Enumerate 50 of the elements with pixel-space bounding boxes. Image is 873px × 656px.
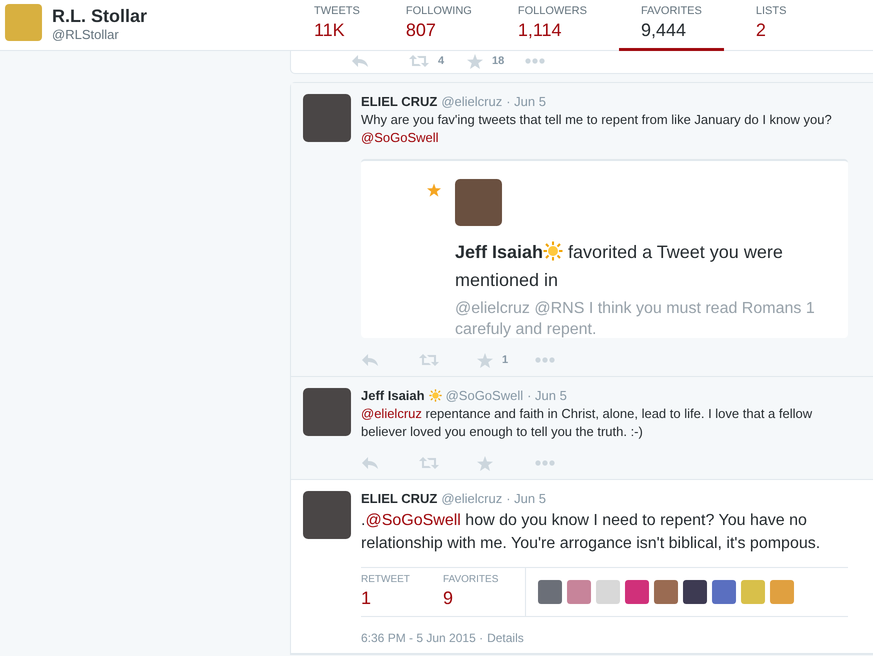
avatar-photo-placeholder [303, 94, 351, 142]
avatar-photo-placeholder[interactable] [770, 580, 794, 604]
more-icon[interactable] [525, 58, 545, 64]
retweet-icon[interactable] [419, 353, 439, 367]
avatar-photo-placeholder[interactable] [683, 580, 707, 604]
notification-tweet-text: @elielcruz @RNS I think you must read Romans 1 carefuly and repent. [455, 299, 816, 338]
avatar-photo-placeholder [455, 179, 502, 226]
avatar-photo-placeholder[interactable] [741, 580, 765, 604]
avatar-photo-placeholder[interactable] [625, 580, 649, 604]
avatar-photo-placeholder[interactable] [596, 580, 620, 604]
action-count: 1 [502, 354, 508, 366]
avatar-photo-placeholder [303, 491, 351, 539]
avatar-photo-placeholder[interactable] [654, 580, 678, 604]
avatar-photo-placeholder [303, 388, 351, 436]
tweet-timestamp: 6:36 PM - 5 Jun 2015 · [361, 631, 484, 645]
profile-stat-tab[interactable]: TWEETS 11K [300, 0, 374, 51]
star-icon[interactable] [467, 54, 483, 68]
stat-value[interactable]: 9 [443, 588, 525, 609]
reply-icon[interactable] [361, 456, 379, 470]
avatar-photo-placeholder[interactable] [538, 580, 562, 604]
sun-icon [543, 241, 564, 261]
stat-label: RETWEET [361, 574, 411, 585]
tweet-author-name[interactable]: Jeff Isaiah [361, 388, 425, 403]
profile-stat-tab[interactable]: FOLLOWING 807 [392, 0, 486, 51]
profile-stat-tab[interactable]: LISTS 2 [742, 0, 800, 51]
action-count: 18 [492, 55, 504, 67]
avatar-photo-placeholder [5, 4, 42, 41]
tweet-text: .@SoGoSwell how do you know I need to repent? You have no relationship with me. You're arrogance isn't biblical, it's pompous. [361, 511, 822, 554]
tweet-text: @elielcruz repentance and faith in Christ, alone, lead to life. I love that a fellow believer loved you enough to tell you the truth. :-) [361, 405, 814, 441]
tweet-text: Why are you fav'ing tweets that tell me to repent from like January do I know you? @SoGoSwell [361, 111, 833, 147]
action-count: 4 [438, 55, 444, 67]
star-icon[interactable] [477, 352, 493, 368]
retweet-icon[interactable] [409, 54, 429, 68]
tweet-author-name[interactable]: ELIEL CRUZ [361, 491, 438, 506]
profile-handle: @RLStollar [52, 27, 120, 42]
more-icon[interactable] [535, 357, 555, 363]
reply-icon[interactable] [361, 353, 379, 367]
more-icon[interactable] [535, 460, 555, 466]
profile-stat-tab[interactable]: FOLLOWERS 1,114 [504, 0, 601, 51]
profile-name: R.L. Stollar [52, 6, 148, 27]
reply-icon[interactable] [351, 54, 369, 68]
star-icon [427, 183, 441, 197]
stat-value[interactable]: 1 [361, 588, 443, 609]
avatar-photo-placeholder[interactable] [567, 580, 591, 604]
avatar-photo-placeholder[interactable] [712, 580, 736, 604]
retweet-icon[interactable] [419, 456, 439, 470]
star-icon[interactable] [477, 456, 493, 470]
notification-text: Jeff Isaiah favorited a Tweet you were mentioned in [455, 240, 784, 292]
tweet-author-name[interactable]: ELIEL CRUZ [361, 94, 438, 109]
stat-label: FAVORITES [443, 574, 500, 585]
